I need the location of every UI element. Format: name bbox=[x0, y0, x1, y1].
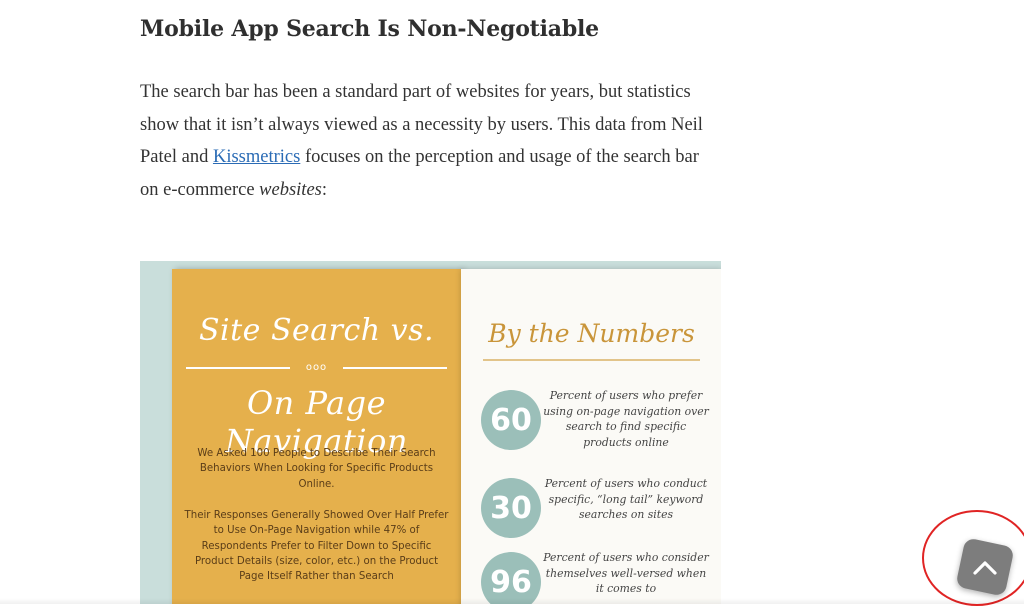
infographic-title-line-1: Site Search vs. bbox=[198, 313, 435, 348]
stat-item: 60 Percent of users who prefer using on-… bbox=[481, 389, 721, 454]
stat-description: Percent of users who consider themselves… bbox=[543, 551, 709, 595]
infographic-paragraph-2: Their Responses Generally Showed Over Ha… bbox=[184, 510, 449, 583]
paragraph-emphasis: websites bbox=[259, 179, 322, 200]
bottom-edge-shadow bbox=[0, 598, 1024, 604]
chevron-up-icon bbox=[973, 561, 997, 575]
section-heading: Mobile App Search Is Non-Negotiable bbox=[140, 16, 599, 42]
paragraph-text-end: : bbox=[321, 179, 328, 200]
infographic-left-panel: Site Search vs. ooo On Page Navigation W… bbox=[172, 269, 469, 604]
scroll-to-top-button[interactable] bbox=[955, 537, 1015, 597]
infographic-image: Site Search vs. ooo On Page Navigation W… bbox=[140, 261, 721, 604]
stat-item: 30 Percent of users who conduct specific… bbox=[481, 477, 721, 542]
stat-number-circle: 96 bbox=[481, 552, 541, 604]
right-title-ornament bbox=[483, 359, 700, 361]
stat-item: 96 Percent of users who consider themsel… bbox=[481, 551, 721, 604]
stat-number-circle: 30 bbox=[481, 478, 541, 538]
kissmetrics-link[interactable]: Kissmetrics bbox=[213, 147, 300, 167]
title-ornament: ooo bbox=[186, 362, 447, 374]
infographic-right-panel: By the Numbers 60 Percent of users who p… bbox=[461, 269, 721, 604]
ornament-line-right bbox=[342, 367, 447, 369]
ornament-line-left bbox=[186, 367, 291, 369]
stat-description: Percent of users who conduct specific, “… bbox=[544, 477, 708, 521]
stat-description: Percent of users who prefer using on-pag… bbox=[543, 389, 709, 449]
stat-number-circle: 60 bbox=[481, 390, 541, 450]
infographic-paragraph-1: We Asked 100 People to Describe Their Se… bbox=[197, 448, 436, 490]
scroll-to-top-area bbox=[920, 508, 1024, 606]
intro-paragraph: The search bar has been a standard part … bbox=[140, 76, 715, 206]
ornament-dots: ooo bbox=[305, 362, 328, 373]
by-the-numbers-title: By the Numbers bbox=[488, 319, 695, 348]
